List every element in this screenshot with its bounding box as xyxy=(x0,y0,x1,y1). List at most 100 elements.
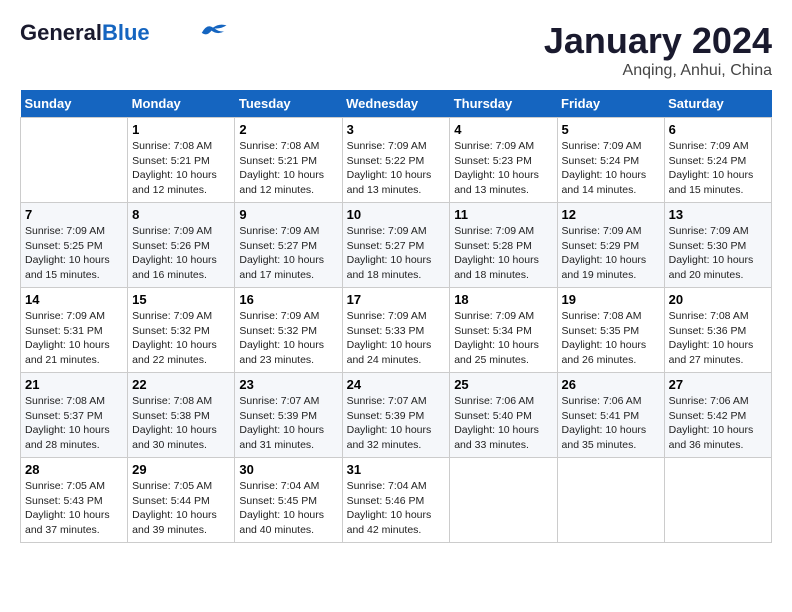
sunrise-label: Sunrise: 7:08 AM xyxy=(25,395,105,407)
day-info: Sunrise: 7:09 AM Sunset: 5:32 PM Dayligh… xyxy=(239,309,337,368)
day-number: 25 xyxy=(454,377,552,392)
calendar-cell: 8 Sunrise: 7:09 AM Sunset: 5:26 PM Dayli… xyxy=(128,203,235,288)
day-number: 8 xyxy=(132,207,230,222)
day-info: Sunrise: 7:09 AM Sunset: 5:30 PM Dayligh… xyxy=(669,224,767,283)
sunrise-label: Sunrise: 7:09 AM xyxy=(25,225,105,237)
day-info: Sunrise: 7:07 AM Sunset: 5:39 PM Dayligh… xyxy=(239,394,337,453)
calendar-cell: 14 Sunrise: 7:09 AM Sunset: 5:31 PM Dayl… xyxy=(21,288,128,373)
day-header: Tuesday xyxy=(235,90,342,118)
sunrise-label: Sunrise: 7:05 AM xyxy=(132,480,212,492)
sunrise-label: Sunrise: 7:09 AM xyxy=(239,310,319,322)
calendar-cell: 2 Sunrise: 7:08 AM Sunset: 5:21 PM Dayli… xyxy=(235,118,342,203)
sunset-label: Sunset: 5:21 PM xyxy=(132,155,210,167)
daylight-label: Daylight: 10 hours and 25 minutes. xyxy=(454,339,539,366)
daylight-label: Daylight: 10 hours and 12 minutes. xyxy=(239,169,324,196)
sunset-label: Sunset: 5:25 PM xyxy=(25,240,103,252)
day-info: Sunrise: 7:08 AM Sunset: 5:37 PM Dayligh… xyxy=(25,394,123,453)
sunset-label: Sunset: 5:29 PM xyxy=(562,240,640,252)
sunset-label: Sunset: 5:42 PM xyxy=(669,410,747,422)
sunrise-label: Sunrise: 7:07 AM xyxy=(239,395,319,407)
sunset-label: Sunset: 5:41 PM xyxy=(562,410,640,422)
day-info: Sunrise: 7:09 AM Sunset: 5:24 PM Dayligh… xyxy=(669,139,767,198)
calendar-cell: 15 Sunrise: 7:09 AM Sunset: 5:32 PM Dayl… xyxy=(128,288,235,373)
sunset-label: Sunset: 5:37 PM xyxy=(25,410,103,422)
sunset-label: Sunset: 5:45 PM xyxy=(239,495,317,507)
sunset-label: Sunset: 5:27 PM xyxy=(347,240,425,252)
calendar-cell: 18 Sunrise: 7:09 AM Sunset: 5:34 PM Dayl… xyxy=(450,288,557,373)
day-number: 28 xyxy=(25,462,123,477)
day-number: 14 xyxy=(25,292,123,307)
daylight-label: Daylight: 10 hours and 17 minutes. xyxy=(239,254,324,281)
sunrise-label: Sunrise: 7:08 AM xyxy=(132,140,212,152)
day-number: 26 xyxy=(562,377,660,392)
sunrise-label: Sunrise: 7:09 AM xyxy=(562,140,642,152)
day-info: Sunrise: 7:06 AM Sunset: 5:41 PM Dayligh… xyxy=(562,394,660,453)
sunrise-label: Sunrise: 7:09 AM xyxy=(454,225,534,237)
sunset-label: Sunset: 5:40 PM xyxy=(454,410,532,422)
daylight-label: Daylight: 10 hours and 26 minutes. xyxy=(562,339,647,366)
sunrise-label: Sunrise: 7:07 AM xyxy=(347,395,427,407)
sunrise-label: Sunrise: 7:05 AM xyxy=(25,480,105,492)
calendar-cell: 26 Sunrise: 7:06 AM Sunset: 5:41 PM Dayl… xyxy=(557,373,664,458)
day-header: Saturday xyxy=(664,90,771,118)
sunset-label: Sunset: 5:31 PM xyxy=(25,325,103,337)
day-info: Sunrise: 7:05 AM Sunset: 5:43 PM Dayligh… xyxy=(25,479,123,538)
day-number: 30 xyxy=(239,462,337,477)
daylight-label: Daylight: 10 hours and 15 minutes. xyxy=(669,169,754,196)
daylight-label: Daylight: 10 hours and 30 minutes. xyxy=(132,424,217,451)
daylight-label: Daylight: 10 hours and 15 minutes. xyxy=(25,254,110,281)
day-number: 1 xyxy=(132,122,230,137)
day-info: Sunrise: 7:09 AM Sunset: 5:32 PM Dayligh… xyxy=(132,309,230,368)
calendar-week-row: 7 Sunrise: 7:09 AM Sunset: 5:25 PM Dayli… xyxy=(21,203,772,288)
calendar-cell: 24 Sunrise: 7:07 AM Sunset: 5:39 PM Dayl… xyxy=(342,373,450,458)
day-info: Sunrise: 7:09 AM Sunset: 5:29 PM Dayligh… xyxy=(562,224,660,283)
calendar-cell: 29 Sunrise: 7:05 AM Sunset: 5:44 PM Dayl… xyxy=(128,458,235,543)
calendar-cell: 16 Sunrise: 7:09 AM Sunset: 5:32 PM Dayl… xyxy=(235,288,342,373)
sunset-label: Sunset: 5:24 PM xyxy=(669,155,747,167)
sunset-label: Sunset: 5:43 PM xyxy=(25,495,103,507)
sunrise-label: Sunrise: 7:08 AM xyxy=(132,395,212,407)
day-info: Sunrise: 7:09 AM Sunset: 5:28 PM Dayligh… xyxy=(454,224,552,283)
day-header: Friday xyxy=(557,90,664,118)
sunrise-label: Sunrise: 7:09 AM xyxy=(132,310,212,322)
calendar-cell: 6 Sunrise: 7:09 AM Sunset: 5:24 PM Dayli… xyxy=(664,118,771,203)
day-number: 4 xyxy=(454,122,552,137)
calendar-cell: 19 Sunrise: 7:08 AM Sunset: 5:35 PM Dayl… xyxy=(557,288,664,373)
sunrise-label: Sunrise: 7:09 AM xyxy=(25,310,105,322)
daylight-label: Daylight: 10 hours and 31 minutes. xyxy=(239,424,324,451)
day-info: Sunrise: 7:08 AM Sunset: 5:36 PM Dayligh… xyxy=(669,309,767,368)
day-number: 24 xyxy=(347,377,446,392)
day-number: 12 xyxy=(562,207,660,222)
sunset-label: Sunset: 5:44 PM xyxy=(132,495,210,507)
sunset-label: Sunset: 5:35 PM xyxy=(562,325,640,337)
logo-blue: Blue xyxy=(102,20,150,46)
calendar-cell: 30 Sunrise: 7:04 AM Sunset: 5:45 PM Dayl… xyxy=(235,458,342,543)
location: Anqing, Anhui, China xyxy=(544,62,772,80)
day-number: 15 xyxy=(132,292,230,307)
day-info: Sunrise: 7:04 AM Sunset: 5:45 PM Dayligh… xyxy=(239,479,337,538)
day-info: Sunrise: 7:08 AM Sunset: 5:35 PM Dayligh… xyxy=(562,309,660,368)
daylight-label: Daylight: 10 hours and 35 minutes. xyxy=(562,424,647,451)
sunset-label: Sunset: 5:26 PM xyxy=(132,240,210,252)
sunrise-label: Sunrise: 7:06 AM xyxy=(669,395,749,407)
calendar-week-row: 21 Sunrise: 7:08 AM Sunset: 5:37 PM Dayl… xyxy=(21,373,772,458)
daylight-label: Daylight: 10 hours and 39 minutes. xyxy=(132,509,217,536)
day-number: 18 xyxy=(454,292,552,307)
day-info: Sunrise: 7:09 AM Sunset: 5:27 PM Dayligh… xyxy=(347,224,446,283)
calendar-cell: 11 Sunrise: 7:09 AM Sunset: 5:28 PM Dayl… xyxy=(450,203,557,288)
day-number: 16 xyxy=(239,292,337,307)
daylight-label: Daylight: 10 hours and 20 minutes. xyxy=(669,254,754,281)
calendar-cell: 23 Sunrise: 7:07 AM Sunset: 5:39 PM Dayl… xyxy=(235,373,342,458)
sunrise-label: Sunrise: 7:08 AM xyxy=(239,140,319,152)
daylight-label: Daylight: 10 hours and 22 minutes. xyxy=(132,339,217,366)
calendar-cell: 27 Sunrise: 7:06 AM Sunset: 5:42 PM Dayl… xyxy=(664,373,771,458)
calendar-cell: 17 Sunrise: 7:09 AM Sunset: 5:33 PM Dayl… xyxy=(342,288,450,373)
daylight-label: Daylight: 10 hours and 32 minutes. xyxy=(347,424,432,451)
day-number: 6 xyxy=(669,122,767,137)
daylight-label: Daylight: 10 hours and 18 minutes. xyxy=(347,254,432,281)
day-number: 2 xyxy=(239,122,337,137)
page-header: GeneralBlue January 2024 Anqing, Anhui, … xyxy=(20,20,772,80)
sunrise-label: Sunrise: 7:09 AM xyxy=(454,310,534,322)
sunset-label: Sunset: 5:38 PM xyxy=(132,410,210,422)
day-number: 11 xyxy=(454,207,552,222)
